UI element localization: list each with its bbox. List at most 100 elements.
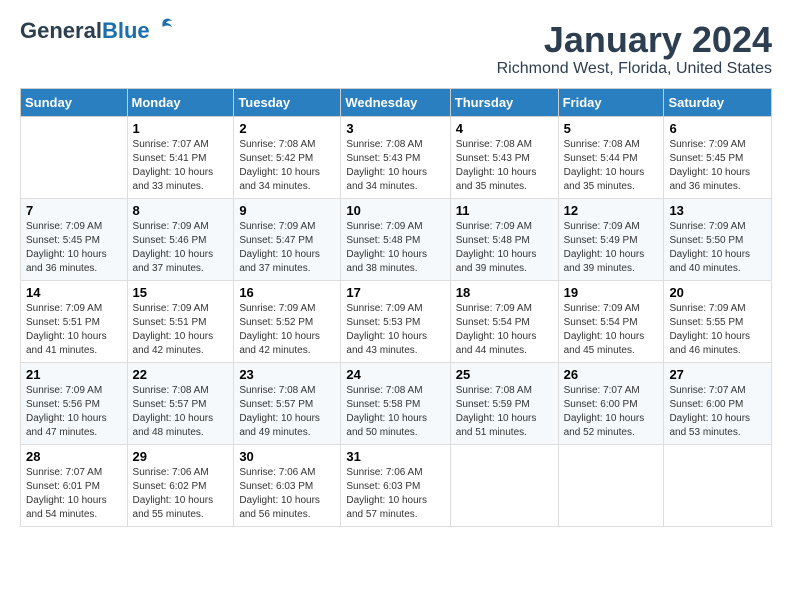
bird-icon <box>152 16 174 38</box>
calendar-cell: 17Sunrise: 7:09 AMSunset: 5:53 PMDayligh… <box>341 280 450 362</box>
title-block: January 2024 Richmond West, Florida, Uni… <box>497 20 772 78</box>
day-number: 9 <box>239 203 335 218</box>
calendar-cell: 15 Sunrise: 7:09 AMSunset: 5:51 PMDayligh… <box>127 280 234 362</box>
calendar-cell: 30 Sunrise: 7:06 AMSunset: 6:03 PMDayligh… <box>234 444 341 526</box>
day-header-monday: Monday <box>127 88 234 116</box>
calendar-cell: 28 Sunrise: 7:07 AMSunset: 6:01 PMDayligh… <box>21 444 128 526</box>
calendar-cell: 29 Sunrise: 7:06 AMSunset: 6:02 PMDayligh… <box>127 444 234 526</box>
day-info: Sunrise: 7:09 AMSunset: 5:54 PMDaylight:… <box>564 302 659 358</box>
calendar-cell: 18Sunrise: 7:09 AMSunset: 5:54 PMDayligh… <box>450 280 558 362</box>
day-info: Sunrise: 7:09 AMSunset: 5:51 PMDaylight:… <box>133 302 229 358</box>
day-info: Sunrise: 7:09 AMSunset: 5:51 PMDaylight:… <box>26 302 122 358</box>
day-number: 15 <box>133 285 229 300</box>
calendar-cell: 27Sunrise: 7:07 AMSunset: 6:00 PMDayligh… <box>664 362 772 444</box>
calendar-cell: 20Sunrise: 7:09 AMSunset: 5:55 PMDayligh… <box>664 280 772 362</box>
day-info: Sunrise: 7:08 AMSunset: 5:43 PMDaylight:… <box>346 138 444 194</box>
calendar-cell: 16 Sunrise: 7:09 AMSunset: 5:52 PMDayligh… <box>234 280 341 362</box>
logo: GeneralBlue <box>20 20 174 42</box>
calendar-cell: 19 Sunrise: 7:09 AMSunset: 5:54 PMDayligh… <box>558 280 664 362</box>
calendar-cell <box>21 116 128 198</box>
day-info: Sunrise: 7:08 AMSunset: 5:44 PMDaylight:… <box>564 138 659 194</box>
day-info: Sunrise: 7:09 AMSunset: 5:52 PMDaylight:… <box>239 302 335 358</box>
calendar-cell: 21 Sunrise: 7:09 AMSunset: 5:56 PMDayligh… <box>21 362 128 444</box>
day-number: 20 <box>669 285 766 300</box>
day-number: 18 <box>456 285 553 300</box>
day-info: Sunrise: 7:09 AMSunset: 5:48 PMDaylight:… <box>346 220 444 276</box>
calendar-cell: 22 Sunrise: 7:08 AMSunset: 5:57 PMDayligh… <box>127 362 234 444</box>
calendar-week-row: 21 Sunrise: 7:09 AMSunset: 5:56 PMDayligh… <box>21 362 772 444</box>
day-number: 30 <box>239 449 335 464</box>
day-header-thursday: Thursday <box>450 88 558 116</box>
day-number: 24 <box>346 367 444 382</box>
day-info: Sunrise: 7:07 AMSunset: 6:00 PMDaylight:… <box>564 384 659 440</box>
day-header-saturday: Saturday <box>664 88 772 116</box>
calendar-cell: 26 Sunrise: 7:07 AMSunset: 6:00 PMDayligh… <box>558 362 664 444</box>
day-info: Sunrise: 7:06 AMSunset: 6:03 PMDaylight:… <box>239 466 335 522</box>
day-number: 13 <box>669 203 766 218</box>
calendar-cell <box>450 444 558 526</box>
day-number: 7 <box>26 203 122 218</box>
calendar-cell: 25Sunrise: 7:08 AMSunset: 5:59 PMDayligh… <box>450 362 558 444</box>
day-info: Sunrise: 7:09 AMSunset: 5:46 PMDaylight:… <box>133 220 229 276</box>
calendar-cell: 9Sunrise: 7:09 AMSunset: 5:47 PMDaylight… <box>234 198 341 280</box>
calendar-cell: 6Sunrise: 7:09 AMSunset: 5:45 PMDaylight… <box>664 116 772 198</box>
day-info: Sunrise: 7:08 AMSunset: 5:58 PMDaylight:… <box>346 384 444 440</box>
calendar-cell: 8 Sunrise: 7:09 AMSunset: 5:46 PMDaylight… <box>127 198 234 280</box>
day-info: Sunrise: 7:08 AMSunset: 5:43 PMDaylight:… <box>456 138 553 194</box>
day-info: Sunrise: 7:09 AMSunset: 5:53 PMDaylight:… <box>346 302 444 358</box>
day-info: Sunrise: 7:08 AMSunset: 5:57 PMDaylight:… <box>239 384 335 440</box>
day-info: Sunrise: 7:09 AMSunset: 5:45 PMDaylight:… <box>26 220 122 276</box>
day-info: Sunrise: 7:09 AMSunset: 5:56 PMDaylight:… <box>26 384 122 440</box>
calendar-cell: 31 Sunrise: 7:06 AMSunset: 6:03 PMDayligh… <box>341 444 450 526</box>
calendar-cell: 7 Sunrise: 7:09 AMSunset: 5:45 PMDaylight… <box>21 198 128 280</box>
day-header-sunday: Sunday <box>21 88 128 116</box>
day-info: Sunrise: 7:08 AMSunset: 5:59 PMDaylight:… <box>456 384 553 440</box>
calendar-cell: 23 Sunrise: 7:08 AMSunset: 5:57 PMDayligh… <box>234 362 341 444</box>
day-number: 11 <box>456 203 553 218</box>
day-number: 3 <box>346 121 444 136</box>
day-info: Sunrise: 7:09 AMSunset: 5:49 PMDaylight:… <box>564 220 659 276</box>
calendar-subtitle: Richmond West, Florida, United States <box>497 60 772 78</box>
day-number: 4 <box>456 121 553 136</box>
day-number: 16 <box>239 285 335 300</box>
calendar-week-row: 28 Sunrise: 7:07 AMSunset: 6:01 PMDayligh… <box>21 444 772 526</box>
day-info: Sunrise: 7:06 AMSunset: 6:02 PMDaylight:… <box>133 466 229 522</box>
day-info: Sunrise: 7:08 AMSunset: 5:57 PMDaylight:… <box>133 384 229 440</box>
day-number: 19 <box>564 285 659 300</box>
logo-text: GeneralBlue <box>20 20 150 42</box>
day-number: 2 <box>239 121 335 136</box>
day-number: 1 <box>133 121 229 136</box>
day-number: 29 <box>133 449 229 464</box>
calendar-cell: 24 Sunrise: 7:08 AMSunset: 5:58 PMDayligh… <box>341 362 450 444</box>
day-number: 8 <box>133 203 229 218</box>
calendar-cell <box>558 444 664 526</box>
page-header: GeneralBlue January 2024 Richmond West, … <box>20 20 772 78</box>
day-number: 23 <box>239 367 335 382</box>
calendar-cell: 14 Sunrise: 7:09 AMSunset: 5:51 PMDayligh… <box>21 280 128 362</box>
calendar-week-row: 7 Sunrise: 7:09 AMSunset: 5:45 PMDaylight… <box>21 198 772 280</box>
day-header-tuesday: Tuesday <box>234 88 341 116</box>
calendar-cell: 2Sunrise: 7:08 AMSunset: 5:42 PMDaylight… <box>234 116 341 198</box>
calendar-cell: 11Sunrise: 7:09 AMSunset: 5:48 PMDayligh… <box>450 198 558 280</box>
day-number: 22 <box>133 367 229 382</box>
day-number: 28 <box>26 449 122 464</box>
day-info: Sunrise: 7:07 AMSunset: 5:41 PMDaylight:… <box>133 138 229 194</box>
day-number: 27 <box>669 367 766 382</box>
day-info: Sunrise: 7:07 AMSunset: 6:01 PMDaylight:… <box>26 466 122 522</box>
calendar-cell: 5 Sunrise: 7:08 AMSunset: 5:44 PMDaylight… <box>558 116 664 198</box>
calendar-title: January 2024 <box>497 20 772 60</box>
calendar-table: SundayMondayTuesdayWednesdayThursdayFrid… <box>20 88 772 527</box>
calendar-cell: 1 Sunrise: 7:07 AMSunset: 5:41 PMDaylight… <box>127 116 234 198</box>
day-info: Sunrise: 7:06 AMSunset: 6:03 PMDaylight:… <box>346 466 444 522</box>
day-number: 21 <box>26 367 122 382</box>
day-number: 31 <box>346 449 444 464</box>
day-number: 10 <box>346 203 444 218</box>
calendar-cell: 12Sunrise: 7:09 AMSunset: 5:49 PMDayligh… <box>558 198 664 280</box>
day-info: Sunrise: 7:09 AMSunset: 5:50 PMDaylight:… <box>669 220 766 276</box>
day-number: 5 <box>564 121 659 136</box>
calendar-week-row: 1 Sunrise: 7:07 AMSunset: 5:41 PMDaylight… <box>21 116 772 198</box>
day-number: 26 <box>564 367 659 382</box>
day-number: 14 <box>26 285 122 300</box>
calendar-cell: 3 Sunrise: 7:08 AMSunset: 5:43 PMDaylight… <box>341 116 450 198</box>
day-number: 6 <box>669 121 766 136</box>
